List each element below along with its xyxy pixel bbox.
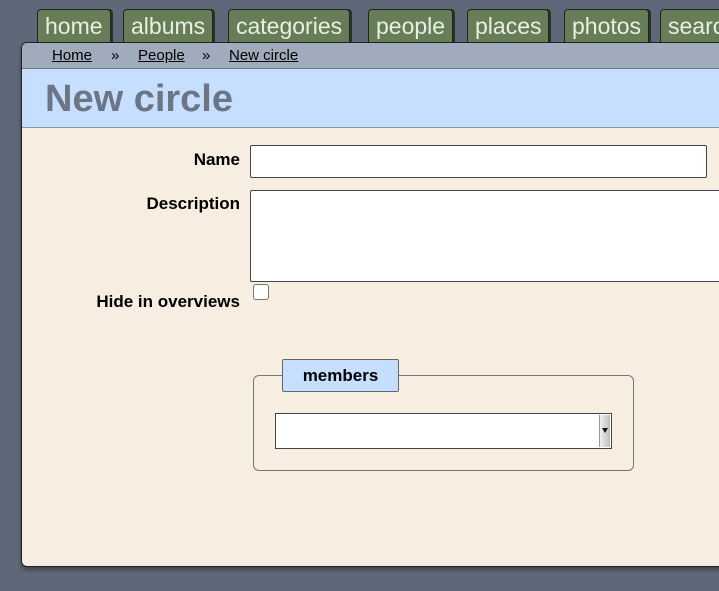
breadcrumb-people-link[interactable]: People (138, 43, 185, 68)
breadcrumb-current-link[interactable]: New circle (229, 43, 298, 68)
app-window: home albums categories people places pho… (0, 0, 719, 591)
breadcrumb-separator: » (111, 47, 120, 64)
title-bar: New circle (22, 69, 719, 128)
breadcrumb-home-link[interactable]: Home (52, 43, 92, 68)
page-title: New circle (45, 78, 233, 120)
tab-categories[interactable]: categories (228, 9, 351, 43)
description-label: Description (146, 194, 240, 213)
hide-in-overviews-label: Hide in overviews (96, 292, 240, 311)
main-panel: Home » People » New circle New circle Na… (21, 42, 719, 567)
chevron-down-icon[interactable] (599, 415, 610, 447)
tab-search[interactable]: search (660, 9, 719, 43)
members-fieldset: members (253, 359, 634, 471)
name-input[interactable] (250, 145, 707, 178)
hide-in-overviews-checkbox[interactable] (253, 284, 269, 300)
description-textarea[interactable] (250, 190, 719, 282)
tab-photos[interactable]: photos (564, 9, 650, 43)
tab-people[interactable]: people (368, 9, 454, 43)
breadcrumb-separator: » (202, 47, 211, 64)
name-label: Name (193, 150, 240, 169)
members-legend: members (282, 359, 399, 392)
tab-places[interactable]: places (467, 9, 550, 43)
breadcrumb: Home » People » New circle (22, 43, 719, 69)
members-select[interactable] (275, 413, 612, 449)
tab-home[interactable]: home (37, 9, 111, 43)
tab-albums[interactable]: albums (123, 9, 214, 43)
